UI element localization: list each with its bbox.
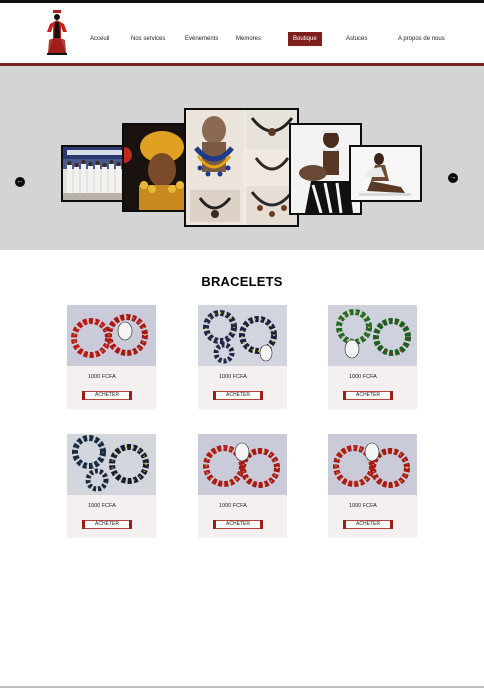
product-price: 1000 FCFA <box>349 374 377 380</box>
buy-button[interactable]: ACHETER <box>82 520 132 529</box>
buy-button[interactable]: ACHETER <box>343 520 393 529</box>
product-image <box>198 305 287 366</box>
brand-logo[interactable] <box>44 10 70 56</box>
seated-photo <box>351 147 420 200</box>
nav-item-astuces[interactable]: Astuces <box>346 29 367 49</box>
portrait-photo <box>124 125 193 210</box>
product-image <box>198 434 287 495</box>
nav-item-a-propos[interactable]: A propos de nous <box>398 29 445 49</box>
arrow-left-icon: ← <box>16 178 24 185</box>
carousel-next-button[interactable]: → <box>448 173 458 183</box>
buy-button[interactable]: ACHETER <box>213 520 263 529</box>
buy-button[interactable]: ACHETER <box>82 391 132 400</box>
product-card[interactable]: 1000 FCFA ACHETER <box>198 434 287 538</box>
product-card[interactable]: 1000 FCFA ACHETER <box>67 434 156 538</box>
product-price: 1000 FCFA <box>88 374 116 380</box>
product-image <box>67 434 156 495</box>
carousel-slide-jewelry[interactable] <box>184 108 299 227</box>
jewelry-collage <box>186 110 297 225</box>
carousel-slide-event[interactable] <box>61 145 128 202</box>
product-image <box>328 434 417 495</box>
nav-item-boutique[interactable]: Boutique <box>288 32 322 46</box>
arrow-right-icon: → <box>449 174 457 181</box>
nav-item-evenements[interactable]: Evènements <box>185 29 218 49</box>
product-card[interactable]: 1000 FCFA ACHETER <box>198 305 287 409</box>
carousel-slide-seated[interactable] <box>349 145 422 202</box>
product-card[interactable]: 1000 FCFA ACHETER <box>67 305 156 409</box>
buy-button[interactable]: ACHETER <box>213 391 263 400</box>
nav-item-acceuil[interactable]: Acceuil <box>90 29 109 49</box>
nav-item-nos-services[interactable]: Nos services <box>131 29 165 49</box>
product-price: 1000 FCFA <box>219 374 247 380</box>
nav-item-memores[interactable]: Memores <box>236 29 261 49</box>
product-image <box>67 305 156 366</box>
carousel-prev-button[interactable]: ← <box>15 177 25 187</box>
product-card[interactable]: 1000 FCFA ACHETER <box>328 434 417 538</box>
product-price: 1000 FCFA <box>88 503 116 509</box>
event-photo <box>63 147 126 200</box>
site-header: Acceuil Nos services Evènements Memores … <box>0 3 484 64</box>
hero-carousel: ← → <box>0 66 484 250</box>
main-nav: Acceuil Nos services Evènements Memores … <box>84 29 468 49</box>
product-price: 1000 FCFA <box>349 503 377 509</box>
buy-button[interactable]: ACHETER <box>343 391 393 400</box>
product-price: 1000 FCFA <box>219 503 247 509</box>
section-title: BRACELETS <box>201 274 283 289</box>
product-card[interactable]: 1000 FCFA ACHETER <box>328 305 417 409</box>
product-image <box>328 305 417 366</box>
